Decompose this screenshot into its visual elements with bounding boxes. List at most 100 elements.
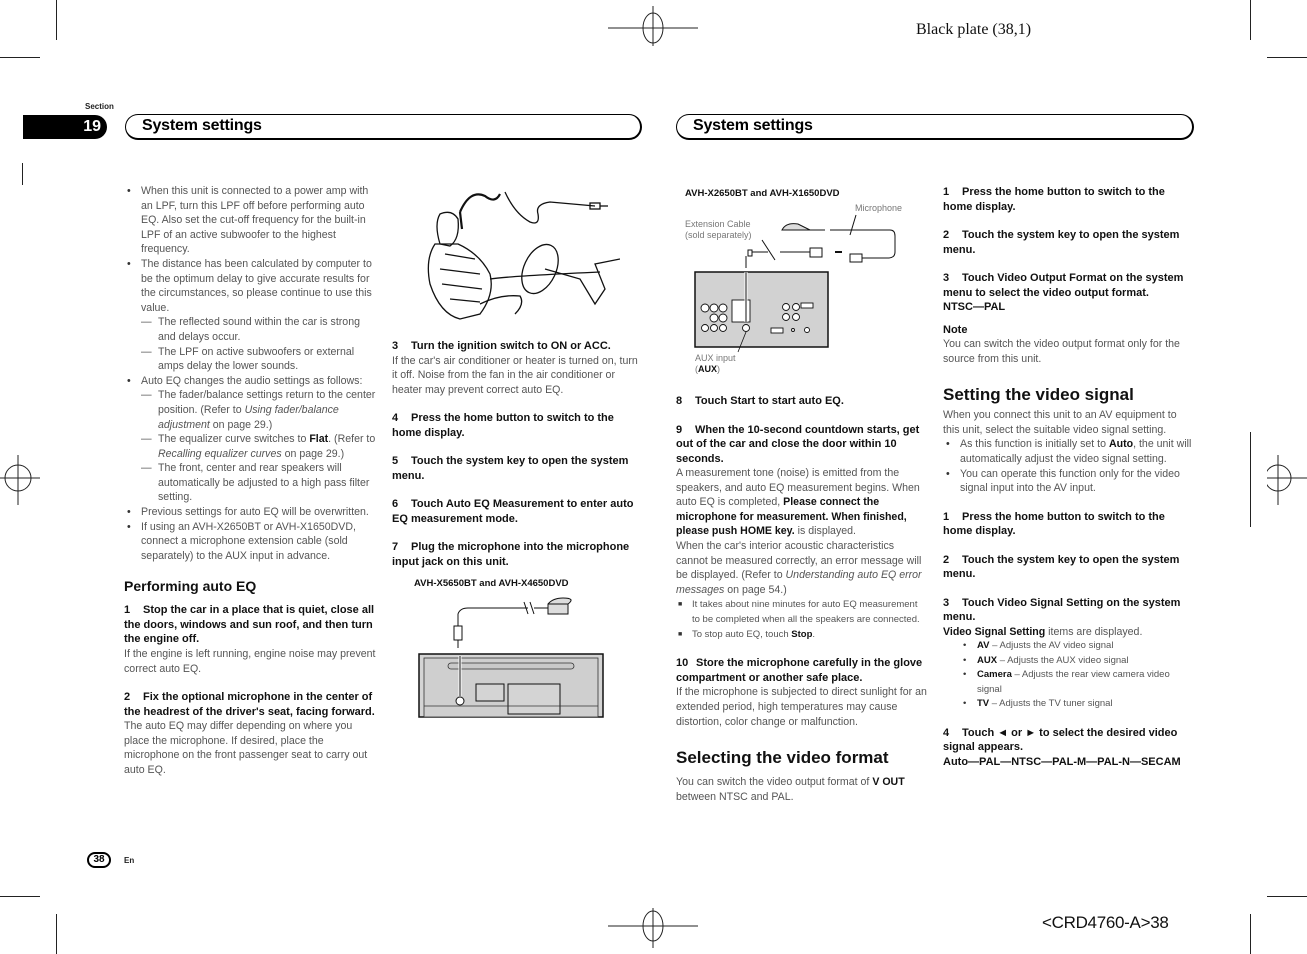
signal-name: TV — [977, 698, 990, 710]
step-title: 5 Touch the system key to open the system… — [392, 454, 644, 483]
figure-caption: AVH-X2650BT and AVH-X1650DVD — [685, 188, 840, 199]
column-3: 8 Touch Start to start auto EQ. 9 When the… — [676, 394, 928, 804]
section-label: Section — [85, 102, 114, 111]
figure-caption: AVH-X5650BT and AVH-X4650DVD — [414, 578, 569, 590]
step-number: 3 — [392, 340, 399, 352]
step-number: 6 — [392, 498, 399, 511]
registration-mark-left — [0, 455, 40, 505]
bold-term: Stop — [791, 629, 813, 641]
step-title: 4 Touch ◄ or ► to select the desired vide… — [943, 726, 1195, 755]
step-title: 8 Touch Start to start auto EQ. — [676, 394, 928, 409]
step-number: 9 — [676, 423, 683, 436]
section-heading: Setting the video signal — [943, 385, 1134, 405]
signal-options: Auto—PAL—NTSC—PAL-M—PAL-N—SECAM — [943, 755, 1181, 768]
text: on page 29.) — [209, 418, 273, 431]
items-intro: Video Signal Setting items are displayed… — [943, 625, 1195, 640]
document-code: <CRD4760-A>38 — [1042, 913, 1169, 932]
step-title: 9 When the 10-second countdown starts, ge… — [676, 423, 928, 467]
crop-mark — [0, 57, 40, 58]
note-heading: Note — [943, 323, 968, 336]
step-text: Plug the microphone into the microphone … — [392, 541, 630, 568]
step-title: 4 Press the home button to switch to the … — [392, 411, 644, 440]
step-text: Touch Video Signal Setting on the system… — [943, 596, 1181, 624]
text: on page 29.) — [281, 447, 345, 460]
step-title: 2 Fix the optional microphone in the cent… — [124, 690, 376, 719]
step-text: Touch Start to start auto EQ. — [695, 395, 844, 407]
step-body: If the engine is left running, engine no… — [124, 647, 376, 675]
step-body: If the car's air conditioner or heater i… — [392, 354, 638, 396]
step-title: 2 Touch the system key to open the system… — [943, 553, 1195, 582]
step-number: 1 — [943, 186, 950, 198]
step-text: Touch ◄ or ► to select the desired video… — [943, 726, 1178, 754]
dash-item: The fader/balance settings return to the… — [124, 388, 376, 432]
note-body: You can switch the video output format o… — [943, 338, 1180, 365]
note-item: It takes about nine minutes for auto EQ … — [676, 597, 928, 627]
signal-name: AUX — [977, 654, 998, 666]
bold-term: Video Signal Setting — [943, 625, 1046, 638]
step-text: Press the home button to switch to the h… — [943, 186, 1165, 213]
signal-name: Camera — [977, 669, 1012, 681]
format-options: NTSC—PAL — [943, 301, 1006, 313]
step-title: 3 Touch Video Signal Setting on the syste… — [943, 596, 1195, 625]
step-title: 1 Press the home button to switch to the … — [943, 510, 1195, 539]
crop-mark — [56, 914, 57, 954]
step-text: Stop the car in a place that is quiet, c… — [124, 604, 375, 646]
crop-mark — [1250, 0, 1251, 40]
header-left-title: System settings — [142, 117, 262, 134]
plate-label: Black plate (38,1) — [916, 21, 1032, 38]
step-number: 4 — [943, 726, 950, 739]
crop-mark — [1267, 57, 1307, 58]
step-text: Touch Auto EQ Measurement to enter auto … — [392, 498, 634, 525]
step-title: 3 Turn the ignition switch to ON or ACC. — [392, 339, 644, 354]
header-right-title: System settings — [693, 117, 813, 134]
step-body: A measurement tone (noise) is emitted fr… — [676, 466, 928, 539]
step-number: 1 — [124, 604, 131, 617]
text: . (Refer to — [328, 433, 376, 446]
crop-mark — [1267, 896, 1307, 897]
step-body: If the microphone is subjected to direct… — [676, 686, 927, 728]
signal-desc: – Adjusts the TV tuner signal — [989, 698, 1113, 710]
aux-term: AUX — [698, 364, 718, 374]
step-text: Press the home button to switch to the h… — [943, 510, 1165, 538]
step-number: 2 — [943, 553, 950, 566]
step-number: 2 — [124, 691, 131, 704]
text: To stop auto EQ, touch — [692, 629, 792, 641]
crop-mark — [1250, 914, 1251, 954]
section-number-tab: 19 — [23, 115, 107, 139]
dash-item: The equalizer curve switches to Flat. (R… — [124, 432, 376, 461]
header-right: System settings — [676, 114, 1194, 140]
signal-item: Camera – Adjusts the rear view camera vi… — [943, 668, 1195, 697]
step-title: 6 Touch Auto EQ Measurement to enter auto… — [392, 497, 644, 526]
step-title: 10 Store the microphone carefully in the … — [676, 656, 928, 685]
dash-item: The LPF on active subwoofers or external… — [124, 345, 376, 374]
signal-item: AUX – Adjusts the AUX video signal — [943, 654, 1195, 669]
rear-panel-aux-illustration — [694, 214, 896, 353]
text: between NTSC and PAL. — [676, 790, 794, 803]
column-4: 1 Press the home button to switch to the … — [943, 185, 1195, 769]
signal-name: AV — [977, 640, 990, 652]
bullet-item: As this function is initially set to Aut… — [943, 437, 1195, 466]
step-title: 7 Plug the microphone into the microphone… — [392, 540, 644, 569]
bullet-item: The distance has been calculated by comp… — [124, 257, 376, 315]
step-number: 3 — [943, 272, 950, 284]
bullet-item: Previous settings for auto EQ will be ov… — [124, 505, 376, 520]
step-text: Fix the optional microphone in the cente… — [124, 691, 375, 718]
bullet-item: You can operate this function only for t… — [943, 467, 1195, 496]
head-unit-mic-jack-illustration — [418, 597, 604, 718]
crop-mark — [0, 896, 40, 897]
page-reference: Recalling equalizer curves — [158, 447, 282, 460]
registration-mark-right — [1267, 455, 1307, 505]
note-item: To stop auto EQ, touch Stop. — [676, 627, 928, 642]
step-number: 7 — [392, 541, 399, 554]
signal-desc: – Adjusts the AV video signal — [989, 640, 1114, 652]
figure-label-aux-input: AUX input — [695, 353, 736, 363]
bold-term: Flat — [309, 433, 329, 446]
step-number: 5 — [392, 455, 399, 468]
section-heading: Performing auto EQ — [124, 578, 257, 595]
step-title: 3 Touch Video Output Format on the system… — [943, 271, 1195, 300]
text: . — [812, 629, 816, 641]
crop-mark — [56, 0, 57, 40]
step-text: Press the home button to switch to the h… — [392, 412, 614, 439]
column-1: When this unit is connected to a power a… — [124, 184, 376, 778]
step-text: Turn the ignition switch to ON or ACC. — [411, 340, 611, 352]
